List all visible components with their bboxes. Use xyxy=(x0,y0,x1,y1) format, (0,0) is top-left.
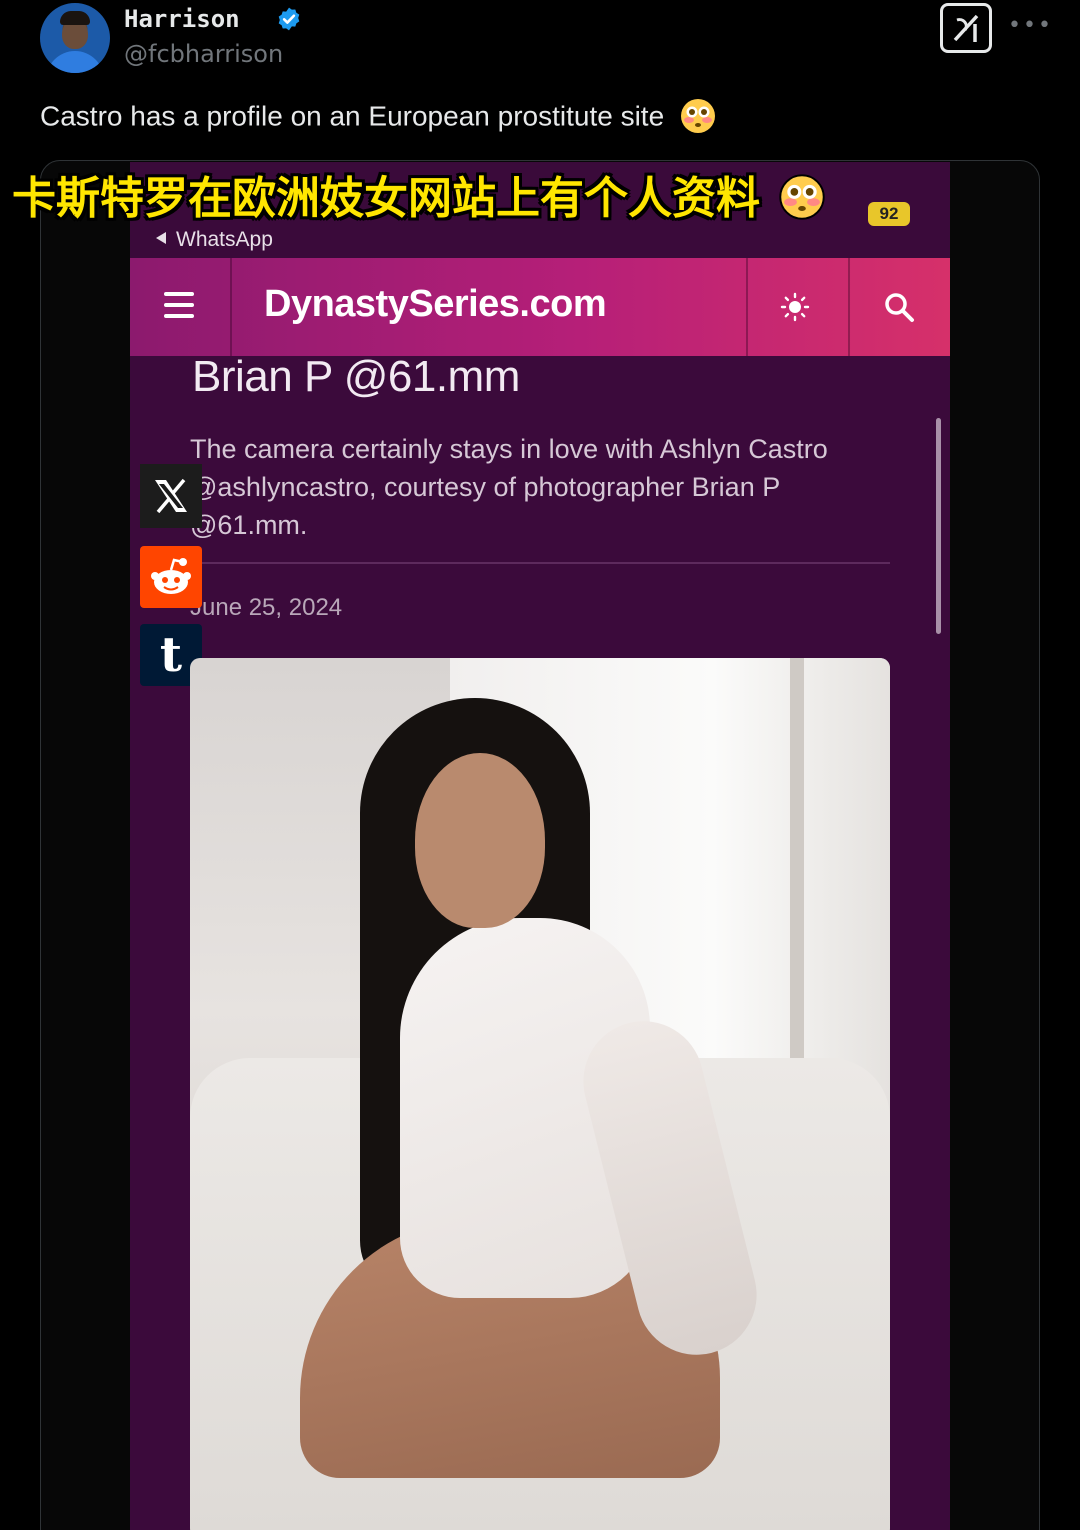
site-title[interactable]: DynastySeries.com xyxy=(264,283,607,326)
tweet-body: Castro has a profile on an European pros… xyxy=(40,100,665,132)
battery-indicator: 92 xyxy=(868,202,910,226)
flushed-face-emoji xyxy=(779,174,826,220)
reddit-icon xyxy=(151,558,191,594)
divider xyxy=(190,562,890,564)
article-photo xyxy=(190,658,890,1530)
article-date: June 25, 2024 xyxy=(190,594,343,621)
more-icon[interactable]: ••• xyxy=(1008,8,1051,44)
tweet-text: Castro has a profile on an European pros… xyxy=(40,99,716,136)
verified-badge-icon xyxy=(278,7,300,31)
flushed-face-emoji xyxy=(680,99,715,133)
author-name[interactable]: Harrison xyxy=(124,5,240,33)
grok-icon[interactable] xyxy=(940,3,992,53)
overlay-caption-text: 卡斯特罗在欧洲妓女网站上有个人资料 xyxy=(12,173,760,224)
back-label: WhatsApp xyxy=(176,228,273,251)
author-handle[interactable]: @fcbharrison xyxy=(124,40,283,68)
search-icon[interactable] xyxy=(882,290,916,324)
sun-icon[interactable] xyxy=(780,292,810,322)
tumblr-icon: t xyxy=(159,627,183,683)
avatar[interactable] xyxy=(40,3,110,73)
back-to-whatsapp[interactable]: WhatsApp xyxy=(156,228,273,252)
article-body: The camera certainly stays in love with … xyxy=(190,434,828,540)
share-x-button[interactable] xyxy=(140,464,202,528)
x-logo-icon xyxy=(155,478,187,514)
article-heading: Brian P @61.mm xyxy=(192,352,520,401)
overlay-caption: 卡斯特罗在欧洲妓女网站上有个人资料 xyxy=(12,162,826,226)
phone-screenshot: WhatsApp 92 DynastySeries.com Brian P @6… xyxy=(130,162,950,1530)
scrollbar[interactable] xyxy=(936,418,941,634)
back-arrow-icon xyxy=(156,232,166,245)
site-header: DynastySeries.com xyxy=(130,258,950,356)
menu-icon[interactable] xyxy=(164,292,194,318)
share-reddit-button[interactable] xyxy=(140,546,202,608)
